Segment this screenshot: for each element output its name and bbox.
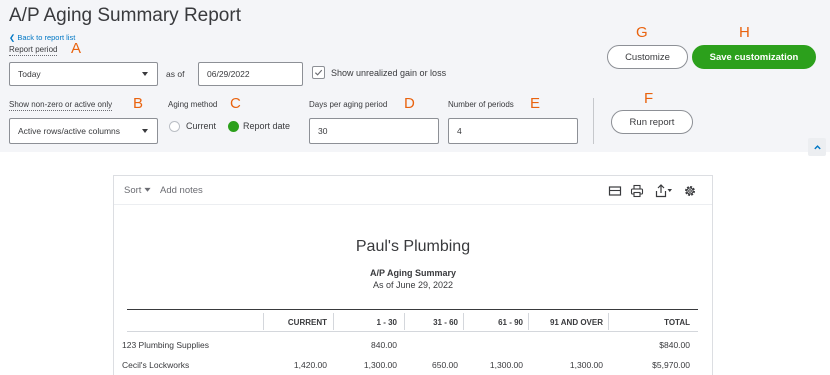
- email-icon[interactable]: [608, 184, 622, 198]
- table-cell[interactable]: 650.00: [405, 360, 458, 370]
- aging-current-label: Current: [186, 121, 217, 131]
- as-of-date-value: 06/29/2022: [207, 69, 250, 79]
- export-icon[interactable]: [655, 184, 673, 198]
- column-header-total: TOTAL: [664, 318, 690, 327]
- callout-c: C: [230, 95, 241, 112]
- gear-icon[interactable]: [683, 184, 697, 198]
- callout-h: H: [739, 24, 750, 41]
- column-header-91-over: 91 AND OVER: [549, 318, 603, 327]
- table-header-rule: [127, 331, 698, 332]
- report-settings-panel: A/P Aging Summary Report ❮ Back to repor…: [0, 0, 830, 152]
- unrealized-gain-checkbox[interactable]: [312, 66, 325, 79]
- company-name: Paul's Plumbing: [355, 238, 471, 255]
- back-to-report-list-link[interactable]: ❮ Back to report list: [9, 33, 75, 42]
- days-per-period-label: Days per aging period: [309, 100, 388, 109]
- aging-current-radio[interactable]: [169, 121, 180, 132]
- table-row-vendor-name[interactable]: 123 Plumbing Supplies: [122, 340, 209, 350]
- report-period-label: Report period: [9, 45, 58, 56]
- sort-dropdown[interactable]: Sort: [124, 185, 151, 196]
- callout-f: F: [644, 90, 654, 107]
- as-of-label: as of: [166, 69, 185, 79]
- as-of-date-input[interactable]: 06/29/2022: [198, 62, 303, 86]
- table-cell[interactable]: 840.00: [334, 340, 397, 350]
- table-cell[interactable]: $840.00: [609, 340, 690, 350]
- callout-b: B: [133, 95, 144, 112]
- number-of-periods-value: 4: [457, 126, 462, 136]
- number-of-periods-input[interactable]: 4: [448, 118, 578, 144]
- print-icon[interactable]: [630, 184, 644, 198]
- table-cell[interactable]: 1,300.00: [334, 360, 397, 370]
- report-subtitle: As of June 29, 2022: [372, 280, 454, 290]
- column-header-61-90: 61 - 90: [498, 318, 523, 327]
- table-cell[interactable]: 1,420.00: [264, 360, 327, 370]
- callout-e: E: [530, 95, 541, 112]
- table-cell[interactable]: $5,970.00: [609, 360, 690, 370]
- column-header-31-60: 31 - 60: [433, 318, 458, 327]
- dropdown-caret-icon: [142, 72, 148, 76]
- aging-method-label: Aging method: [168, 100, 218, 109]
- dropdown-caret-icon: [142, 129, 148, 133]
- table-top-rule: [127, 309, 698, 310]
- table-cell[interactable]: 1,300.00: [464, 360, 523, 370]
- report-period-select[interactable]: Today: [9, 62, 158, 86]
- page-title: A/P Aging Summary Report: [9, 5, 241, 26]
- days-per-period-value: 30: [318, 126, 328, 136]
- aging-report-date-radio[interactable]: [228, 121, 239, 132]
- report-title: A/P Aging Summary: [369, 268, 457, 278]
- add-notes-link[interactable]: Add notes: [160, 185, 203, 196]
- callout-a: A: [71, 40, 82, 57]
- number-of-periods-label: Number of periods: [448, 100, 514, 109]
- sort-caret-icon: [144, 187, 151, 192]
- show-nonzero-value: Active rows/active columns: [18, 126, 121, 136]
- divider: [593, 98, 594, 144]
- report-canvas: Sort Add notes Paul's Plumbing A/P Aging…: [113, 175, 713, 375]
- report-period-value: Today: [18, 69, 41, 79]
- column-header-current: CURRENT: [287, 318, 327, 327]
- show-nonzero-label: Show non-zero or active only: [9, 100, 113, 111]
- show-nonzero-select[interactable]: Active rows/active columns: [9, 118, 158, 144]
- table-cell[interactable]: 1,300.00: [529, 360, 603, 370]
- aging-report-date-label: Report date: [243, 121, 291, 131]
- unrealized-gain-label: Show unrealized gain or loss: [331, 68, 447, 78]
- table-row-vendor-name[interactable]: Cecil's Lockworks: [122, 360, 189, 370]
- callout-g: G: [636, 24, 648, 41]
- sort-label: Sort: [124, 185, 142, 196]
- customize-button[interactable]: Customize: [607, 45, 688, 69]
- days-per-period-input[interactable]: 30: [309, 118, 439, 144]
- save-customization-button[interactable]: Save customization: [692, 45, 816, 69]
- toolbar-divider: [114, 204, 712, 205]
- chevron-up-icon: [813, 144, 821, 149]
- checkmark-icon: [314, 69, 323, 76]
- callout-d: D: [404, 95, 415, 112]
- collapse-panel-button[interactable]: [808, 138, 826, 156]
- run-report-button[interactable]: Run report: [611, 110, 693, 134]
- column-header-1-30: 1 - 30: [376, 318, 397, 327]
